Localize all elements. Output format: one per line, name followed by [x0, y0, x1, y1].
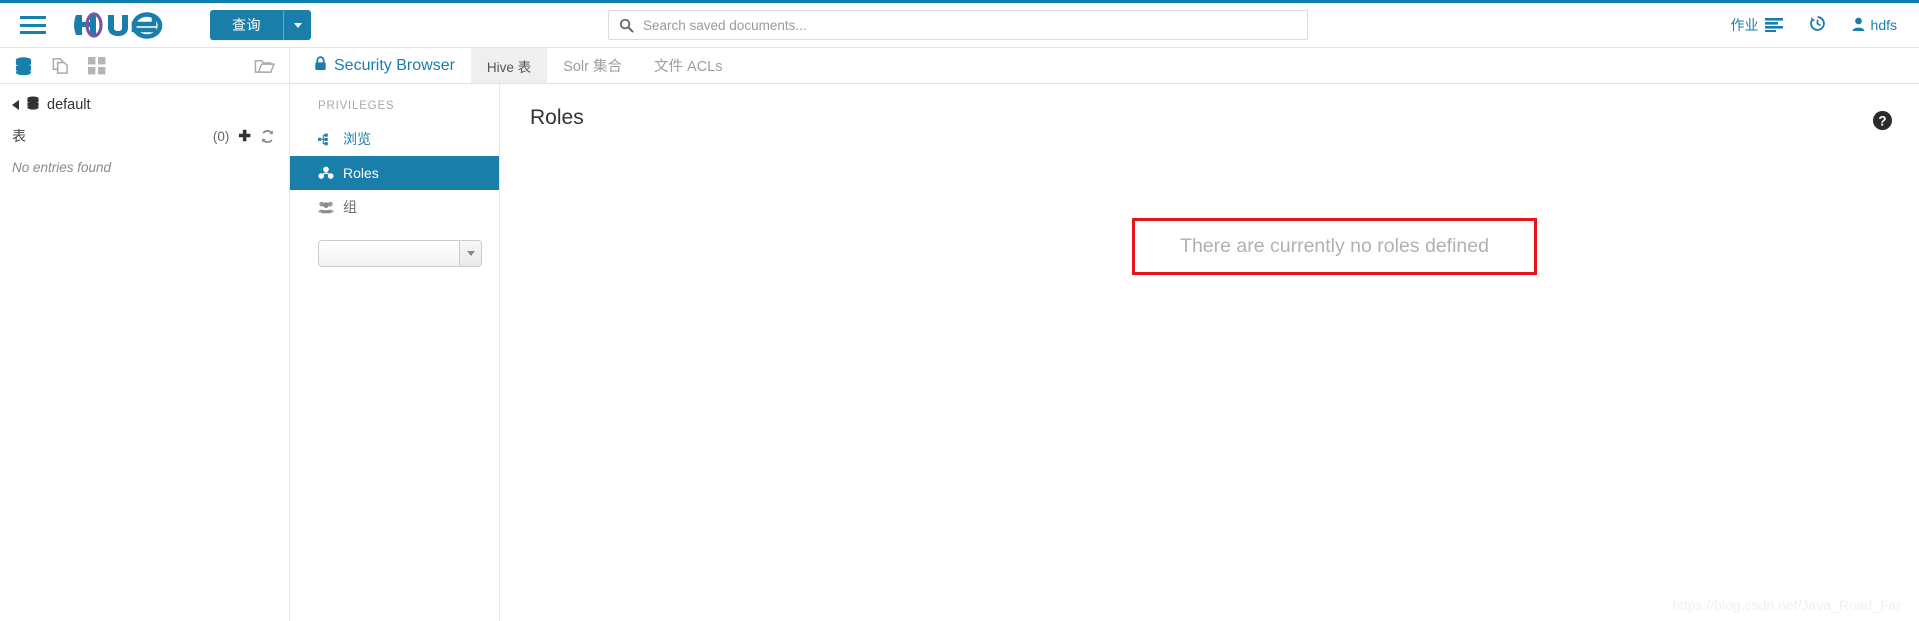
user-menu[interactable]: hdfs [1852, 17, 1897, 34]
tab-solr-collections[interactable]: Solr 集合 [547, 48, 638, 83]
jobs-list-icon [1764, 18, 1783, 32]
privileges-item-roles[interactable]: Roles [290, 156, 499, 190]
query-dropdown-caret[interactable] [283, 10, 311, 40]
app-inner: PRIVILEGES 浏览 Roles 组 Roles ? There are … [290, 84, 1919, 621]
watermark: https://blog.csdn.net/Java_Road_Far [1672, 597, 1901, 613]
question-circle-icon[interactable]: ? [1872, 110, 1893, 131]
app-header: 查询 作业 [0, 3, 1919, 48]
jobs-link[interactable]: 作业 [1731, 15, 1783, 35]
assist-body: default 表 (0) ✚ No entries found [0, 84, 289, 175]
privileges-section-title: PRIVILEGES [318, 100, 395, 112]
query-button[interactable]: 查询 [210, 10, 283, 40]
privileges-sidebar: PRIVILEGES 浏览 Roles 组 [290, 84, 500, 621]
group-select-value [319, 241, 459, 266]
page-title: Roles [530, 106, 584, 129]
group-users-icon [318, 200, 334, 214]
privileges-item-roles-label: Roles [343, 165, 379, 181]
app-area: Security Browser Hive 表 Solr 集合 文件 ACLs … [290, 48, 1919, 621]
history-button[interactable] [1809, 15, 1826, 35]
tab-security-browser[interactable]: Security Browser [304, 48, 471, 83]
database-name: default [47, 97, 91, 113]
group-select-wrapper [290, 224, 499, 267]
refresh-icon[interactable] [260, 129, 275, 144]
tables-header-row: 表 (0) ✚ [12, 126, 275, 146]
body-wrapper: default 表 (0) ✚ No entries found Securit… [0, 48, 1919, 621]
chevron-left-icon[interactable] [12, 100, 19, 110]
global-search[interactable] [608, 10, 1308, 40]
open-folder-icon[interactable] [254, 56, 275, 75]
hamburger-icon[interactable] [20, 16, 46, 34]
privileges-item-browse[interactable]: 浏览 [290, 122, 499, 156]
group-select[interactable] [318, 240, 482, 267]
chevron-down-icon [293, 22, 302, 28]
grid-apps-icon[interactable] [88, 56, 106, 75]
assist-panel: default 表 (0) ✚ No entries found [0, 48, 290, 621]
privileges-item-browse-label: 浏览 [343, 131, 371, 147]
plus-icon[interactable]: ✚ [238, 127, 251, 145]
hue-logo[interactable] [72, 10, 168, 40]
database-icon [26, 96, 40, 114]
privileges-item-groups-label: 组 [343, 199, 357, 215]
tab-bar: Security Browser Hive 表 Solr 集合 文件 ACLs [290, 48, 1919, 84]
query-button-group[interactable]: 查询 [210, 10, 311, 40]
svg-text:?: ? [1878, 113, 1886, 128]
privileges-item-groups[interactable]: 组 [290, 190, 499, 224]
search-box[interactable] [608, 10, 1308, 40]
database-icon[interactable] [14, 56, 33, 75]
roles-cubes-icon [318, 166, 334, 180]
browse-icon [318, 133, 334, 146]
tab-security-browser-label: Security Browser [334, 56, 455, 74]
username-label: hdfs [1870, 17, 1897, 33]
jobs-label: 作业 [1730, 17, 1759, 33]
lock-icon [314, 55, 327, 76]
empty-state-annotation-box: There are currently no roles defined [1132, 218, 1537, 275]
tab-file-acls[interactable]: 文件 ACLs [638, 48, 739, 83]
tables-count: (0) [212, 128, 230, 144]
chevron-down-icon [466, 251, 475, 256]
empty-state-message: There are currently no roles defined [1180, 235, 1489, 257]
documents-icon[interactable] [51, 56, 70, 75]
tab-hive-tables[interactable]: Hive 表 [470, 48, 548, 83]
database-breadcrumb[interactable]: default [12, 96, 275, 114]
user-icon [1852, 17, 1865, 34]
history-clock-icon [1809, 15, 1826, 35]
tables-label: 表 [12, 128, 26, 144]
main-content: Roles ? There are currently no roles def… [500, 84, 1919, 621]
group-select-caret[interactable] [459, 241, 481, 266]
assist-empty-message: No entries found [12, 160, 112, 175]
header-right-actions: 作业 hdfs [1731, 15, 1897, 35]
search-input[interactable] [643, 17, 1307, 33]
assist-toolbar [0, 48, 289, 84]
search-icon [619, 18, 634, 33]
